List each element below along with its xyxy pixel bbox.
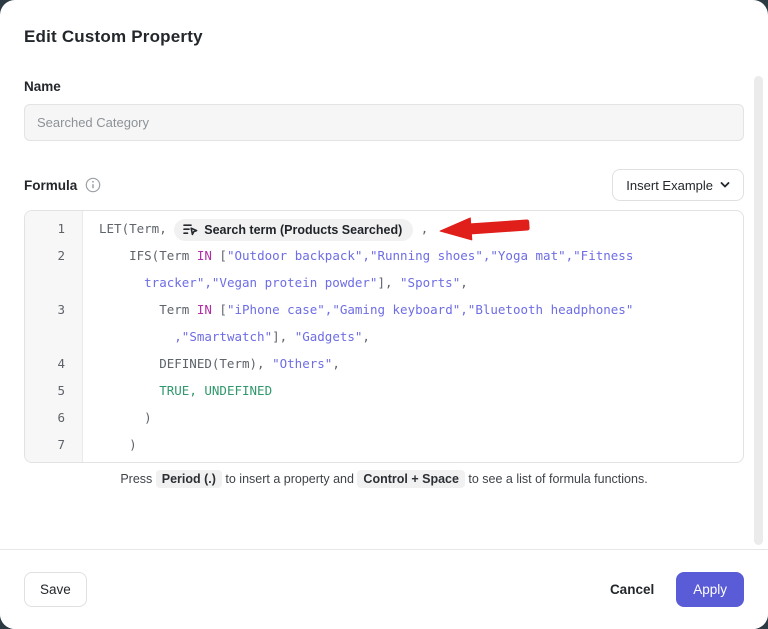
code-line[interactable]: ,"Smartwatch"], "Gadgets", <box>82 323 743 350</box>
name-input[interactable] <box>24 104 744 141</box>
hint-suffix: to see a list of formula functions. <box>465 472 648 486</box>
code-segment: "Others" <box>272 356 332 371</box>
name-label: Name <box>24 79 744 94</box>
code-segment: , <box>460 275 468 290</box>
line-number: 3 <box>25 296 82 323</box>
code-line[interactable]: TRUE, UNDEFINED <box>82 377 743 404</box>
code-segment: LET(Term, <box>99 221 174 236</box>
formula-editor[interactable]: 1LET(Term, Search term (Products Searche… <box>24 210 744 463</box>
kbd-control-space: Control + Space <box>357 470 465 488</box>
insert-example-label: Insert Example <box>626 178 713 193</box>
code-segment <box>99 383 159 398</box>
code-segment: "Outdoor backpack","Running shoes","Yoga… <box>227 248 633 263</box>
code-segment <box>99 275 144 290</box>
hint-text: Press Period (.) to insert a property an… <box>24 472 744 486</box>
code-segment: ], <box>272 329 295 344</box>
edit-custom-property-dialog: Edit Custom Property Name Formula Insert… <box>0 0 768 629</box>
code-row: ,"Smartwatch"], "Gadgets", <box>25 323 743 350</box>
chevron-down-icon <box>720 180 730 190</box>
formula-header-row: Formula Insert Example <box>24 169 744 201</box>
dialog-title: Edit Custom Property <box>24 27 744 47</box>
code-segment: [ <box>212 248 227 263</box>
code-row: 3 Term IN ["iPhone case","Gaming keyboar… <box>25 296 743 323</box>
code-segment: "Gadgets" <box>295 329 363 344</box>
line-number: 7 <box>25 431 82 458</box>
line-number <box>25 323 82 350</box>
hint-prefix: Press <box>120 472 155 486</box>
code-lines: 1LET(Term, Search term (Products Searche… <box>25 215 743 458</box>
formula-label: Formula <box>24 178 77 193</box>
code-line[interactable]: LET(Term, Search term (Products Searched… <box>82 215 743 242</box>
line-number: 6 <box>25 404 82 431</box>
code-segment <box>99 329 174 344</box>
code-line[interactable]: ) <box>82 431 743 458</box>
code-row: 4 DEFINED(Term), "Others", <box>25 350 743 377</box>
code-segment: IN <box>197 248 212 263</box>
property-chip[interactable]: Search term (Products Searched) <box>174 219 413 241</box>
code-segment: "iPhone case","Gaming keyboard","Bluetoo… <box>227 302 633 317</box>
code-segment: "Sports" <box>400 275 460 290</box>
insert-example-button[interactable]: Insert Example <box>612 169 744 201</box>
code-segment: TRUE, UNDEFINED <box>159 383 272 398</box>
hint-middle: to insert a property and <box>222 472 358 486</box>
code-line[interactable]: tracker","Vegan protein powder"], "Sport… <box>82 269 743 296</box>
line-number: 2 <box>25 242 82 269</box>
code-row: 6 ) <box>25 404 743 431</box>
code-segment: ) <box>99 410 152 425</box>
property-cursor-icon <box>183 223 198 236</box>
info-icon[interactable] <box>85 177 101 193</box>
dialog-footer: Save Cancel Apply <box>0 549 768 629</box>
code-segment: ], <box>377 275 400 290</box>
code-line[interactable]: ) <box>82 404 743 431</box>
code-segment: IN <box>197 302 212 317</box>
code-segment: , <box>362 329 370 344</box>
code-segment: [ <box>212 302 227 317</box>
dialog-content: Edit Custom Property Name Formula Insert… <box>0 0 768 548</box>
code-row: 5 TRUE, UNDEFINED <box>25 377 743 404</box>
code-segment: Term <box>99 302 197 317</box>
kbd-period: Period (.) <box>156 470 222 488</box>
line-number: 5 <box>25 377 82 404</box>
code-row: 7 ) <box>25 431 743 458</box>
cancel-button[interactable]: Cancel <box>610 582 654 597</box>
code-row: 1LET(Term, Search term (Products Searche… <box>25 215 743 242</box>
annotation-arrow-icon <box>438 211 532 243</box>
code-segment: tracker","Vegan protein powder" <box>144 275 377 290</box>
code-row: 2 IFS(Term IN ["Outdoor backpack","Runni… <box>25 242 743 269</box>
apply-button[interactable]: Apply <box>676 572 744 607</box>
code-segment: ,"Smartwatch" <box>174 329 272 344</box>
vertical-scrollbar[interactable] <box>754 76 763 545</box>
code-segment: IFS(Term <box>99 248 197 263</box>
code-segment: ) <box>99 437 137 452</box>
code-line[interactable]: Term IN ["iPhone case","Gaming keyboard"… <box>82 296 743 323</box>
save-button[interactable]: Save <box>24 572 87 607</box>
code-line[interactable]: DEFINED(Term), "Others", <box>82 350 743 377</box>
line-number: 4 <box>25 350 82 377</box>
property-chip-label: Search term (Products Searched) <box>204 222 402 238</box>
line-number <box>25 269 82 296</box>
code-row: tracker","Vegan protein powder"], "Sport… <box>25 269 743 296</box>
code-segment: , <box>332 356 340 371</box>
code-line[interactable]: IFS(Term IN ["Outdoor backpack","Running… <box>82 242 743 269</box>
code-segment: , <box>413 221 428 236</box>
code-segment: DEFINED(Term), <box>99 356 272 371</box>
line-number: 1 <box>25 215 82 242</box>
